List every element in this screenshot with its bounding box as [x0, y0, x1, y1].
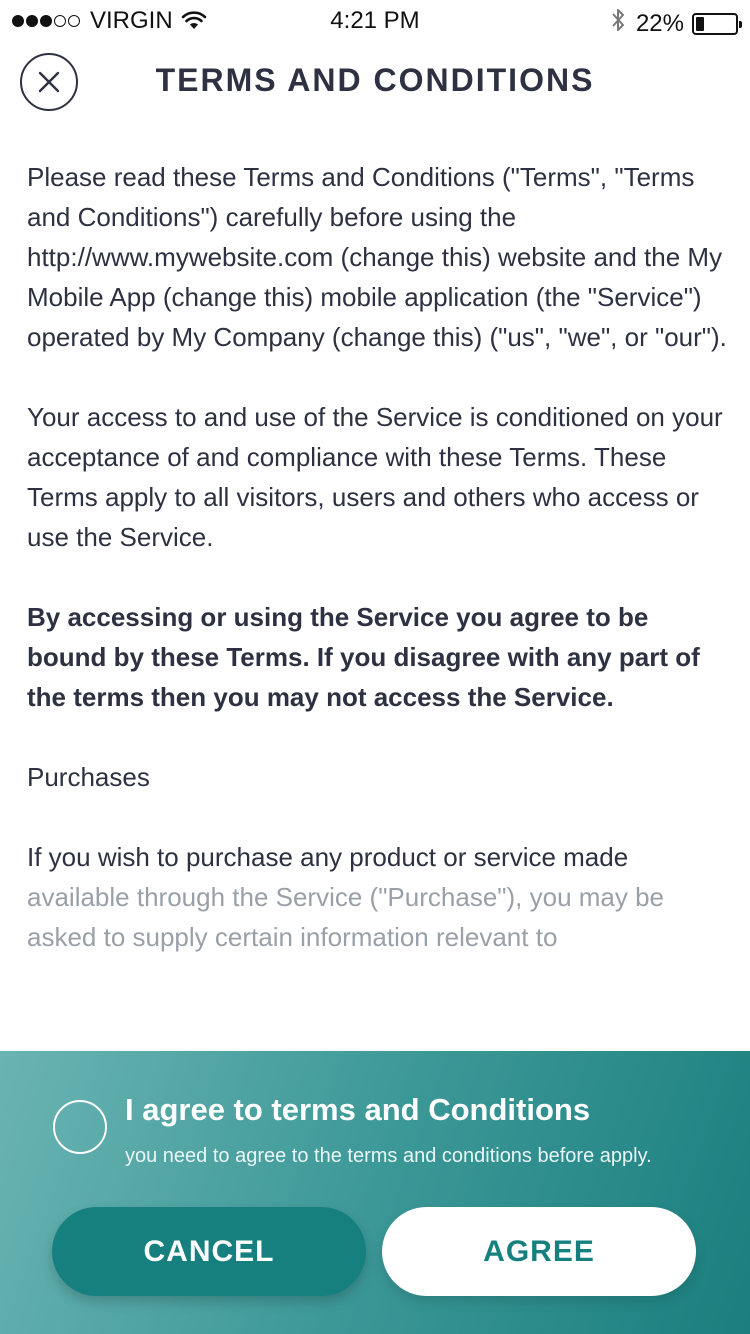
- battery-level: [696, 16, 704, 31]
- cancel-button-label: CANCEL: [143, 1234, 275, 1268]
- status-right: 22%: [610, 7, 742, 40]
- terms-content[interactable]: Please read these Terms and Conditions (…: [27, 157, 727, 957]
- agree-label[interactable]: I agree to terms and Conditions: [125, 1092, 590, 1128]
- status-bar: VIRGIN 4:21 PM 22%: [0, 0, 750, 40]
- terms-paragraph-bold: By accessing or using the Service you ag…: [27, 602, 700, 712]
- battery-percentage: 22%: [635, 9, 684, 37]
- section-heading-purchases: Purchases: [27, 762, 150, 792]
- agree-button[interactable]: AGREE: [382, 1207, 696, 1296]
- battery-icon: [692, 12, 742, 35]
- terms-paragraph: Your access to and use of the Service is…: [27, 402, 723, 552]
- page-title: TERMS AND CONDITIONS: [155, 62, 595, 98]
- agree-button-label: AGREE: [483, 1234, 595, 1268]
- agree-checkbox[interactable]: [53, 1100, 107, 1154]
- terms-paragraph: Please read these Terms and Conditions (…: [27, 162, 727, 352]
- bluetooth-icon: [610, 7, 626, 40]
- terms-paragraph: If you wish to purchase any product or s…: [27, 837, 727, 957]
- cancel-button[interactable]: CANCEL: [52, 1207, 366, 1296]
- terms-text-visible: If you wish to purchase any product or s…: [27, 842, 629, 872]
- terms-text-faded: available through the Service ("Purchase…: [27, 882, 665, 952]
- agree-hint: you need to agree to the terms and condi…: [125, 1145, 652, 1167]
